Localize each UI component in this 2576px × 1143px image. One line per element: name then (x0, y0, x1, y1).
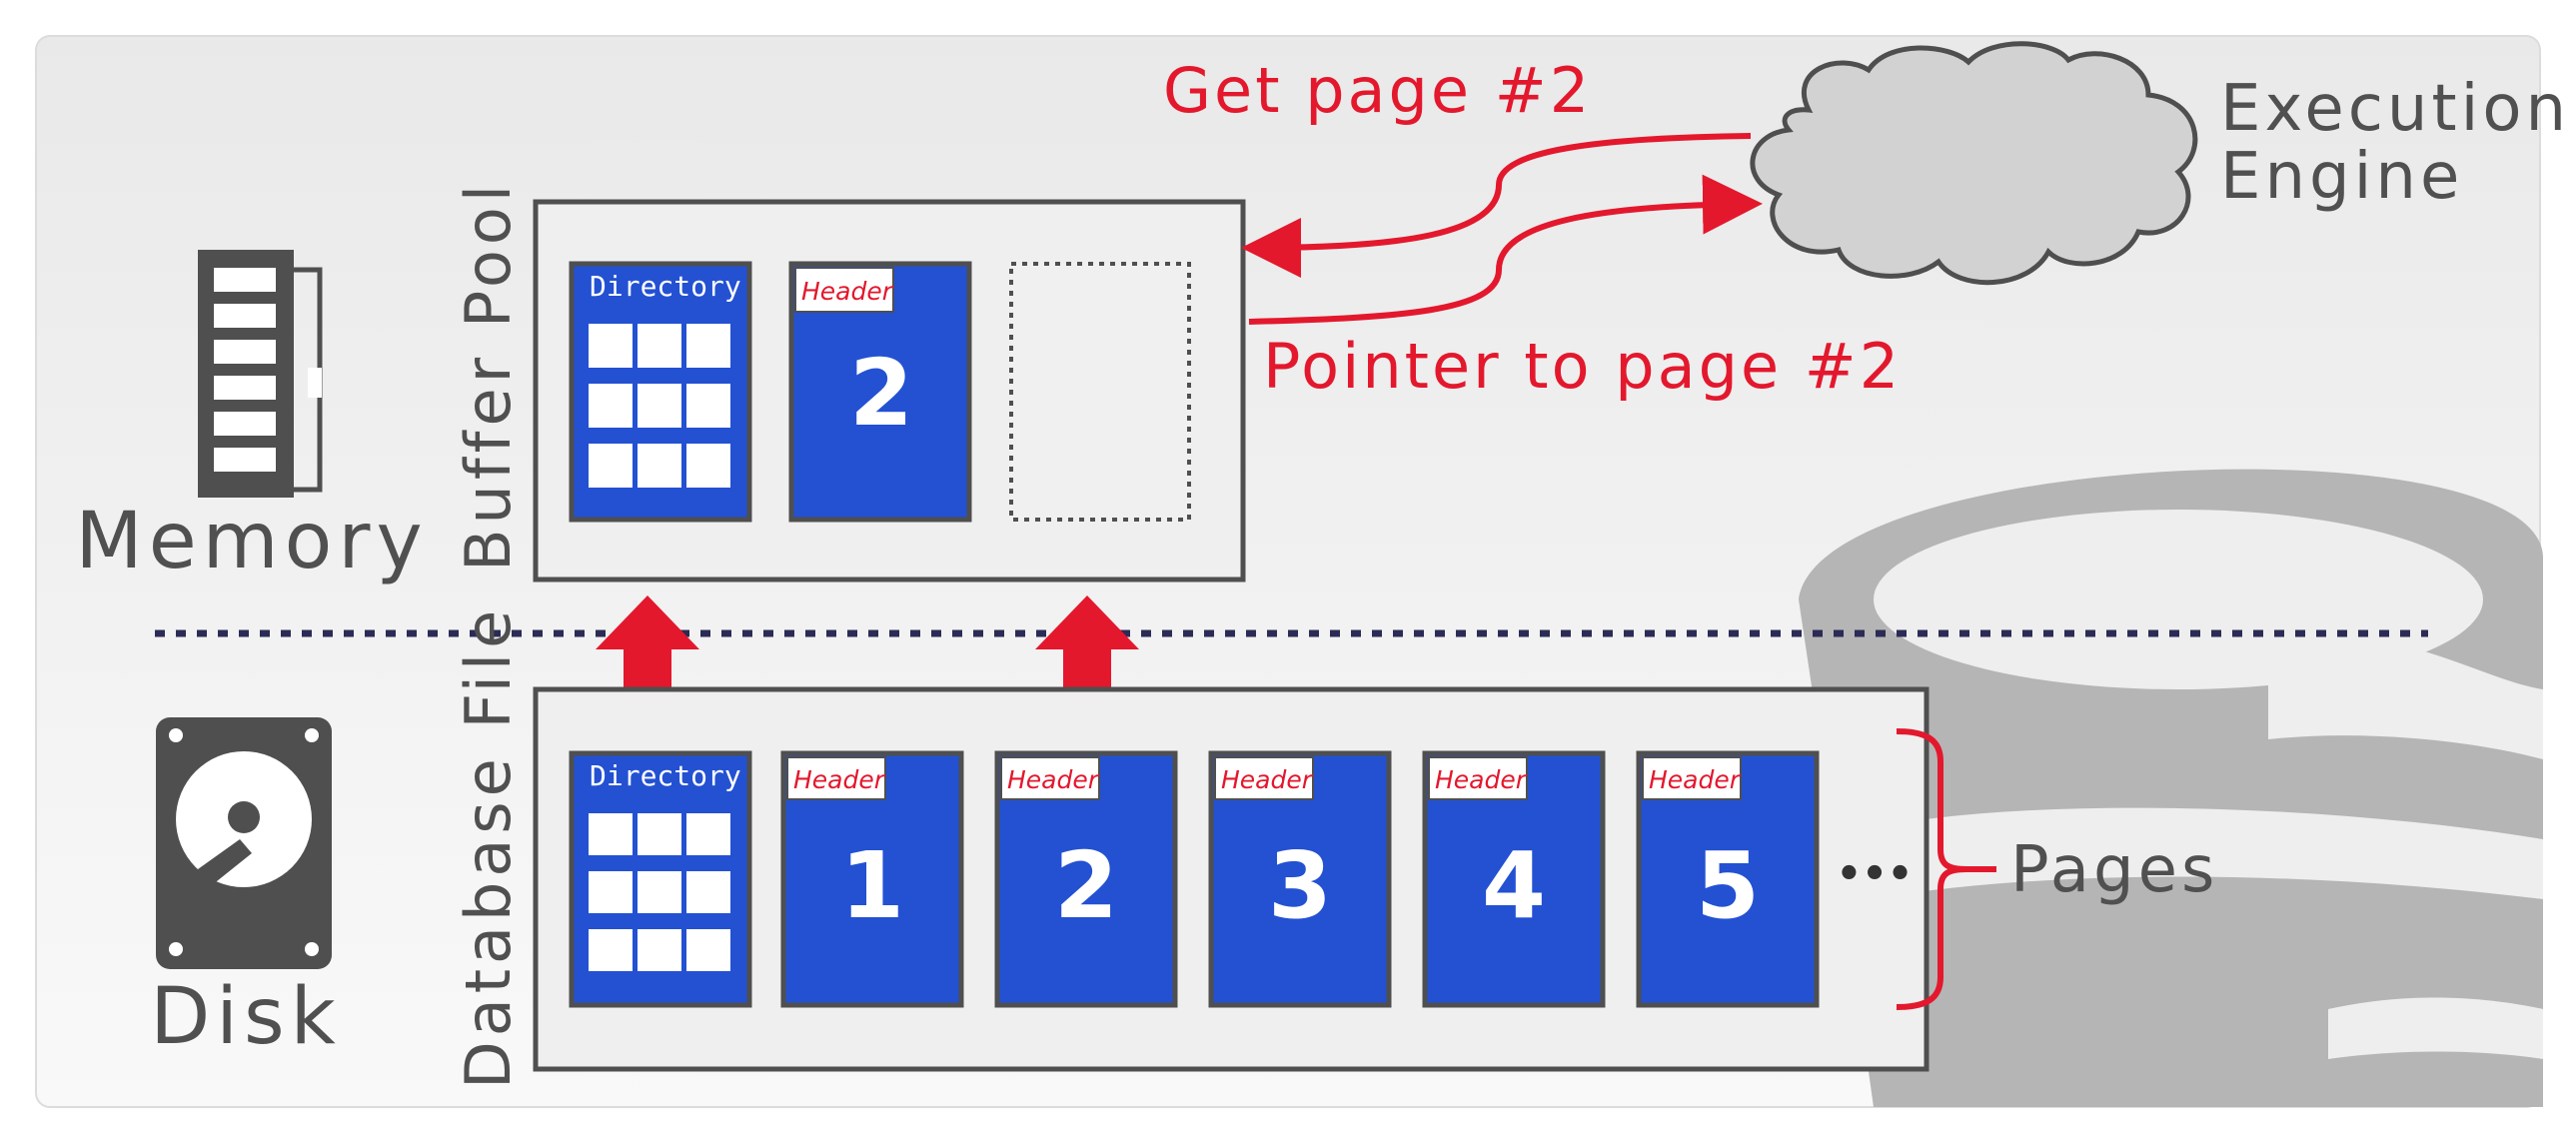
disk-label: Disk (150, 972, 342, 1062)
page-number: 2 (1054, 832, 1118, 939)
directory-grid (589, 324, 730, 488)
directory-label: Directory (590, 270, 741, 303)
database-page: Header 5 (1636, 750, 1820, 1008)
hard-disk-icon (156, 717, 332, 969)
empty-frame (1009, 262, 1191, 522)
database-page: Header 3 (1208, 750, 1392, 1008)
buffer-pool-page: Header 2 (788, 261, 972, 523)
pointer-label: Pointer to page #2 (1263, 330, 1902, 403)
memory-label: Memory (75, 497, 428, 586)
cloud-icon (1750, 41, 2198, 286)
get-page-label: Get page #2 (1163, 54, 1592, 127)
execution-engine-label-line1: Execution (2220, 72, 2570, 146)
database-file-directory: Directory (569, 750, 752, 1008)
buffer-pool-label: Buffer Pool (452, 180, 525, 572)
page-number: 5 (1696, 832, 1760, 939)
execution-engine-label-line2: Engine (2220, 140, 2463, 214)
page-number: 1 (840, 832, 904, 939)
page-header-label: Header (1435, 765, 1528, 794)
diagram-canvas: Memory Disk Buffer Pool Directory Header… (35, 35, 2570, 1108)
directory-label: Directory (590, 759, 741, 792)
page-header-label: Header (1007, 765, 1100, 794)
page-number: 4 (1482, 832, 1546, 939)
directory-grid (589, 813, 730, 971)
database-page: Header 1 (780, 750, 964, 1008)
page-header-label: Header (1221, 765, 1314, 794)
page-number: 3 (1268, 832, 1332, 939)
database-page: Header 2 (994, 750, 1178, 1008)
page-number: 2 (849, 340, 913, 447)
more-pages-ellipsis: ••• (1837, 851, 1914, 897)
database-file-label: Database File (452, 605, 525, 1089)
page-header-label: Header (1649, 765, 1742, 794)
page-header-label: Header (801, 277, 894, 306)
page-header-label: Header (793, 765, 886, 794)
buffer-pool-directory: Directory (569, 261, 752, 523)
database-page: Header 4 (1422, 750, 1606, 1008)
pages-label: Pages (2010, 833, 2218, 907)
